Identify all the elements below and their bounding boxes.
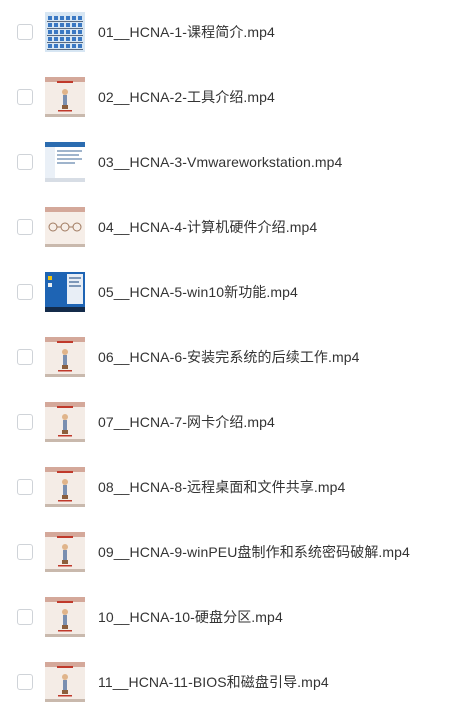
select-checkbox[interactable] bbox=[17, 219, 33, 235]
video-thumbnail[interactable] bbox=[45, 337, 85, 377]
file-row[interactable]: 02__HCNA-2-工具介绍.mp4 bbox=[0, 67, 475, 127]
file-row[interactable]: 06__HCNA-6-安装完系统的后续工作.mp4 bbox=[0, 327, 475, 387]
file-name[interactable]: 02__HCNA-2-工具介绍.mp4 bbox=[98, 89, 275, 105]
select-checkbox[interactable] bbox=[17, 349, 33, 365]
select-checkbox[interactable] bbox=[17, 674, 33, 690]
file-row[interactable]: 11__HCNA-11-BIOS和磁盘引导.mp4 bbox=[0, 652, 475, 712]
video-thumbnail[interactable] bbox=[45, 467, 85, 507]
video-thumbnail[interactable] bbox=[45, 12, 85, 52]
select-checkbox[interactable] bbox=[17, 89, 33, 105]
file-name[interactable]: 10__HCNA-10-硬盘分区.mp4 bbox=[98, 609, 283, 625]
file-row[interactable]: 08__HCNA-8-远程桌面和文件共享.mp4 bbox=[0, 457, 475, 517]
file-name[interactable]: 05__HCNA-5-win10新功能.mp4 bbox=[98, 284, 298, 300]
select-checkbox[interactable] bbox=[17, 154, 33, 170]
select-checkbox[interactable] bbox=[17, 544, 33, 560]
file-row[interactable]: 05__HCNA-5-win10新功能.mp4 bbox=[0, 262, 475, 322]
video-file-list: 01__HCNA-1-课程简介.mp4 02__HCNA-2-工具介绍.mp4 … bbox=[0, 0, 475, 712]
file-name[interactable]: 11__HCNA-11-BIOS和磁盘引导.mp4 bbox=[98, 674, 329, 690]
select-checkbox[interactable] bbox=[17, 414, 33, 430]
select-checkbox[interactable] bbox=[17, 284, 33, 300]
video-thumbnail[interactable] bbox=[45, 207, 85, 247]
video-thumbnail[interactable] bbox=[45, 77, 85, 117]
video-thumbnail[interactable] bbox=[45, 402, 85, 442]
select-checkbox[interactable] bbox=[17, 479, 33, 495]
file-name[interactable]: 09__HCNA-9-winPEU盘制作和系统密码破解.mp4 bbox=[98, 544, 410, 560]
select-checkbox[interactable] bbox=[17, 24, 33, 40]
file-row[interactable]: 01__HCNA-1-课程简介.mp4 bbox=[0, 2, 475, 62]
file-row[interactable]: 03__HCNA-3-Vmwareworkstation.mp4 bbox=[0, 132, 475, 192]
file-name[interactable]: 04__HCNA-4-计算机硬件介绍.mp4 bbox=[98, 219, 317, 235]
file-name[interactable]: 08__HCNA-8-远程桌面和文件共享.mp4 bbox=[98, 479, 345, 495]
file-name[interactable]: 07__HCNA-7-网卡介绍.mp4 bbox=[98, 414, 275, 430]
file-row[interactable]: 10__HCNA-10-硬盘分区.mp4 bbox=[0, 587, 475, 647]
video-thumbnail[interactable] bbox=[45, 142, 85, 182]
video-thumbnail[interactable] bbox=[45, 662, 85, 702]
video-thumbnail[interactable] bbox=[45, 532, 85, 572]
file-row[interactable]: 09__HCNA-9-winPEU盘制作和系统密码破解.mp4 bbox=[0, 522, 475, 582]
file-name[interactable]: 03__HCNA-3-Vmwareworkstation.mp4 bbox=[98, 154, 342, 170]
video-thumbnail[interactable] bbox=[45, 272, 85, 312]
file-row[interactable]: 04__HCNA-4-计算机硬件介绍.mp4 bbox=[0, 197, 475, 257]
file-name[interactable]: 01__HCNA-1-课程简介.mp4 bbox=[98, 24, 275, 40]
select-checkbox[interactable] bbox=[17, 609, 33, 625]
file-name[interactable]: 06__HCNA-6-安装完系统的后续工作.mp4 bbox=[98, 349, 360, 365]
file-row[interactable]: 07__HCNA-7-网卡介绍.mp4 bbox=[0, 392, 475, 452]
video-thumbnail[interactable] bbox=[45, 597, 85, 637]
